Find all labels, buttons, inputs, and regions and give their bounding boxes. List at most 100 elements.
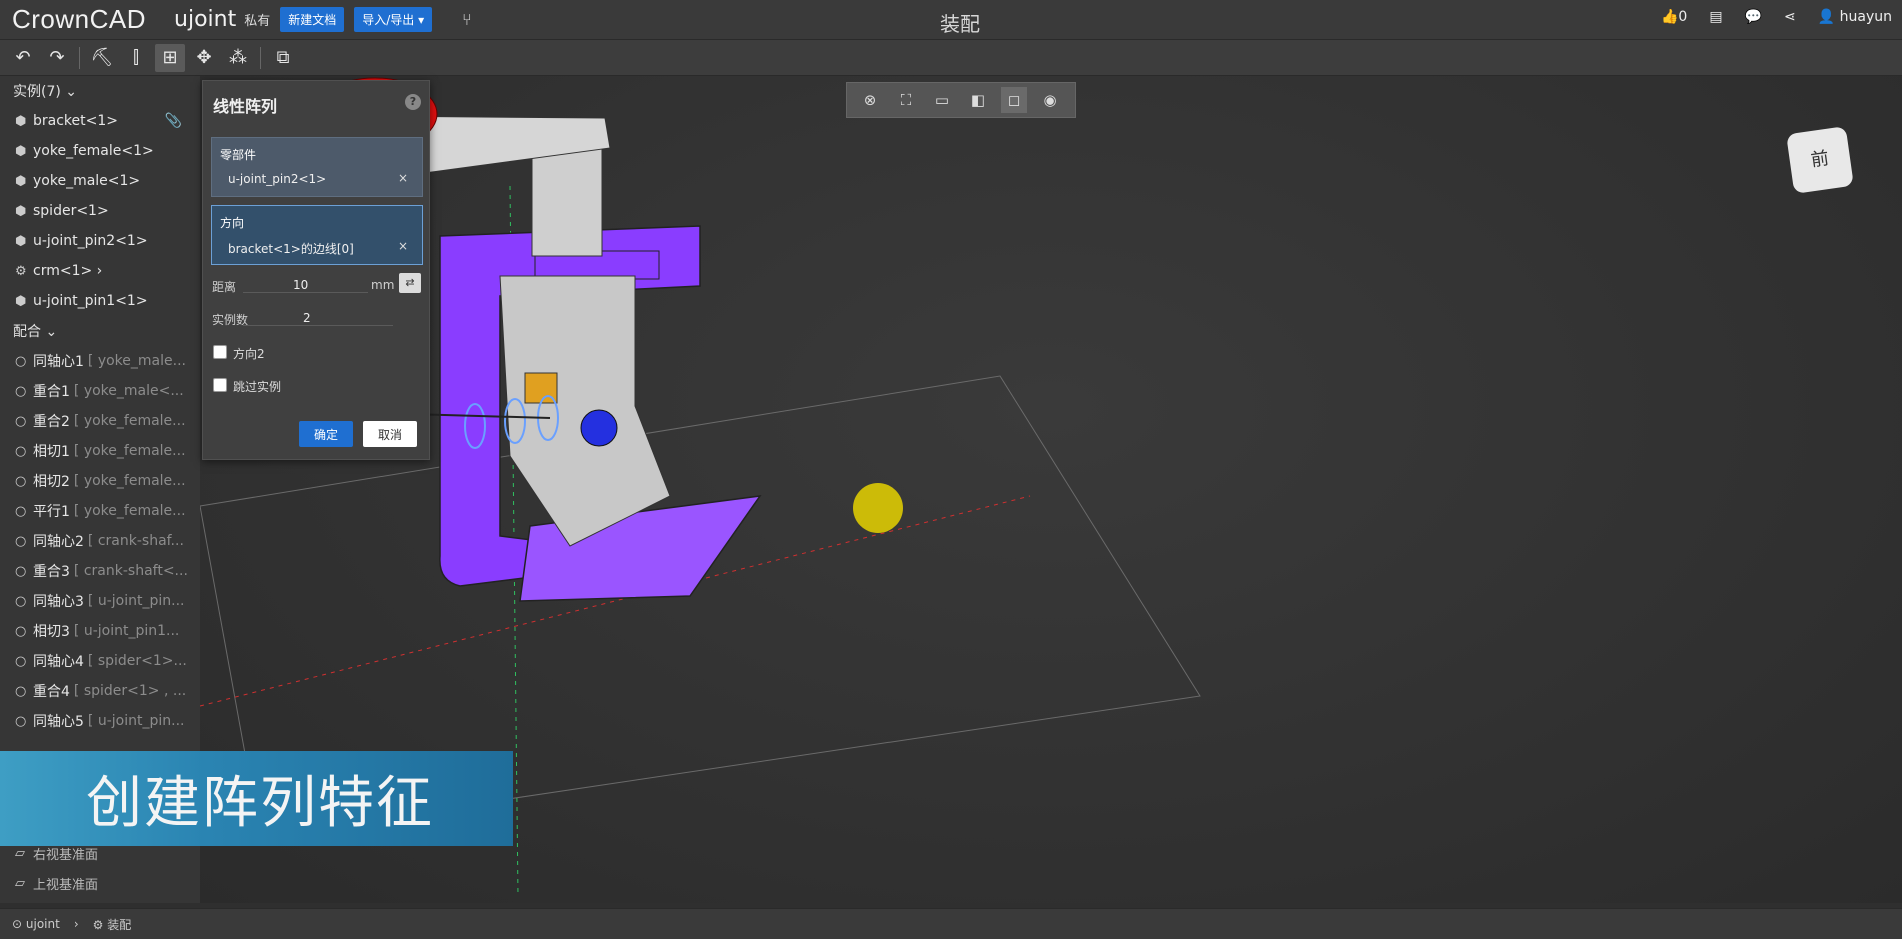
mate-label: 重合2 [33,414,70,430]
mate-item[interactable]: ○ 同轴心1[ yoke_male... [0,346,200,376]
list-icon[interactable]: ▤ [1709,9,1722,25]
linear-pattern-button[interactable]: ⊞ [155,43,185,72]
mate-reference: [ spider<1> , ... [73,683,187,699]
branch-icon[interactable]: ⑂ [462,10,472,29]
document-name[interactable]: ujoint [174,7,236,32]
reverse-direction-icon[interactable]: ⇄ [399,273,421,293]
direction2-checkbox[interactable] [213,345,227,359]
plane-icon: ▱ [15,875,25,891]
panel-title: 线性阵列 [213,97,278,116]
component-selection-box[interactable]: 零部件 u-joint_pin2<1> × [211,137,423,197]
mate-label: 同轴心4 [33,654,84,670]
mate-item[interactable]: ○ 重合2[ yoke_female... [0,406,200,436]
mate-icon: ○ [15,713,27,729]
mate-icon: ○ [15,533,27,549]
circular-pattern-button[interactable]: ✥ [189,44,219,72]
attach-icon[interactable]: 📎 [165,113,182,129]
plane-item[interactable]: ▱ 上视基准面 [0,868,200,898]
remove-direction-icon[interactable]: × [398,239,408,253]
section-view-icon[interactable]: ◧ [965,87,991,113]
mate-item[interactable]: ○ 重合1[ yoke_male<... [0,376,200,406]
mates-header[interactable]: 配合 ⌄ [0,316,200,346]
mate-label: 相切3 [33,624,70,640]
redo-button[interactable]: ↷ [42,44,72,72]
mate-label: 同轴心3 [33,594,84,610]
instance-item[interactable]: ⬢ yoke_male<1> [0,166,200,196]
user-icon: 👤 [1817,9,1836,25]
mate-item[interactable]: ○ 同轴心4[ spider<1>... [0,646,200,676]
mate-reference: [ yoke_female... [73,413,186,429]
mate-item[interactable]: ○ 同轴心2[ crank-shaf... [0,526,200,556]
mate-item[interactable]: ○ 相切2[ yoke_female... [0,466,200,496]
mate-reference: [ yoke_female... [73,473,186,489]
instance-item[interactable]: ⬢ yoke_female<1> [0,136,200,166]
instances-header[interactable]: 实例(7) ⌄ [0,76,200,106]
user-menu[interactable]: 👤 huayun [1818,9,1892,25]
mate-icon: ○ [15,383,27,399]
view-orientation-icon[interactable]: ▭ [929,87,955,113]
zoom-area-icon[interactable]: ⛶ [893,87,919,113]
import-export-button[interactable]: 导入/导出 ▾ [354,7,433,32]
part-icon: ⬢ [15,143,27,159]
like-button[interactable]: 👍0 [1661,9,1687,25]
mate-item[interactable]: ○ 平行1[ yoke_female... [0,496,200,526]
instance-item[interactable]: ⬢ u-joint_pin1<1> [0,286,200,316]
interference-button[interactable]: ⧉ [268,44,298,72]
instance-item[interactable]: ⬢ u-joint_pin2<1> [0,226,200,256]
mate-icon: ○ [15,683,27,699]
u-joint-pin[interactable] [580,409,618,447]
mate-item[interactable]: ○ 相切1[ yoke_female... [0,436,200,466]
shaded-display-icon[interactable]: ◻ [1001,87,1027,113]
mate-icon: ○ [15,503,27,519]
instance-label: yoke_female<1> [33,143,154,159]
breadcrumb-doc[interactable]: ⊙ ujoint [12,917,60,931]
mate-item[interactable]: ○ 重合3[ crank-shaft<... [0,556,200,586]
remove-component-icon[interactable]: × [398,171,408,185]
app-logo[interactable]: CrownCAD [12,4,146,35]
zoom-to-fit-icon[interactable]: ⊗ [857,87,883,113]
instance-label: u-joint_pin2<1> [33,233,148,249]
mate-label: 重合4 [33,684,70,700]
skip-instance-checkbox[interactable] [213,378,227,392]
explode-button[interactable]: ⁂ [223,44,253,72]
distance-input[interactable]: 10 [243,278,368,293]
part-icon: ⬢ [15,293,27,309]
new-document-button[interactable]: 新建文档 [280,7,345,32]
component-value: u-joint_pin2<1> [228,172,327,186]
camera-icon[interactable]: ◉ [1037,87,1063,113]
cancel-button[interactable]: 取消 [363,421,417,447]
view-cube-front-face[interactable]: 前 [1810,148,1831,171]
privacy-badge: 私有 [244,14,271,29]
breadcrumb-assembly[interactable]: ⚙ 装配 [93,916,132,933]
direction-selection-box[interactable]: 方向 bracket<1>的边线[0] × [211,205,423,265]
instance-item[interactable]: ⬢ bracket<1> 📎 [0,106,200,136]
linear-pattern-panel: 线性阵列 ? 零部件 u-joint_pin2<1> × 方向 bracket<… [202,80,430,460]
undo-button[interactable]: ↶ [8,44,38,72]
mate-reference: [ yoke_male<... [73,383,184,399]
mate-item[interactable]: ○ 同轴心5[ u-joint_pin... [0,706,200,736]
comment-icon[interactable]: 💬 [1745,9,1762,25]
instance-item[interactable]: ⚙ crm<1> › [0,256,200,286]
ok-button[interactable]: 确定 [299,421,353,447]
mate-button[interactable]: ⫿ [121,44,151,72]
share-icon[interactable]: ⋖ [1784,9,1796,25]
mate-icon: ○ [15,593,27,609]
mate-item[interactable]: ○ 相切3[ u-joint_pin1... [0,616,200,646]
count-input[interactable]: 2 [243,311,393,326]
mate-reference: [ crank-shaft<... [73,563,188,579]
mate-reference: [ crank-shaf... [87,533,184,549]
yoke-assembly[interactable] [499,275,671,547]
plane-item[interactable]: ▱ 右视基准面 [0,838,200,868]
mate-label: 相切1 [33,444,70,460]
insert-part-button[interactable]: ⛏ [87,44,117,72]
distance-label: 距离 [212,280,237,294]
help-icon[interactable]: ? [405,94,421,110]
skip-instance-label: 跳过实例 [233,380,282,394]
mate-item[interactable]: ○ 同轴心3[ u-joint_pin... [0,586,200,616]
instance-label: bracket<1> [33,113,118,129]
view-cube[interactable]: 前 [1786,126,1854,194]
instance-item[interactable]: ⬢ spider<1> [0,196,200,226]
mate-item[interactable]: ○ 重合4[ spider<1> , ... [0,676,200,706]
component-label: 零部件 [220,148,257,162]
part-icon: ⬢ [15,113,27,129]
